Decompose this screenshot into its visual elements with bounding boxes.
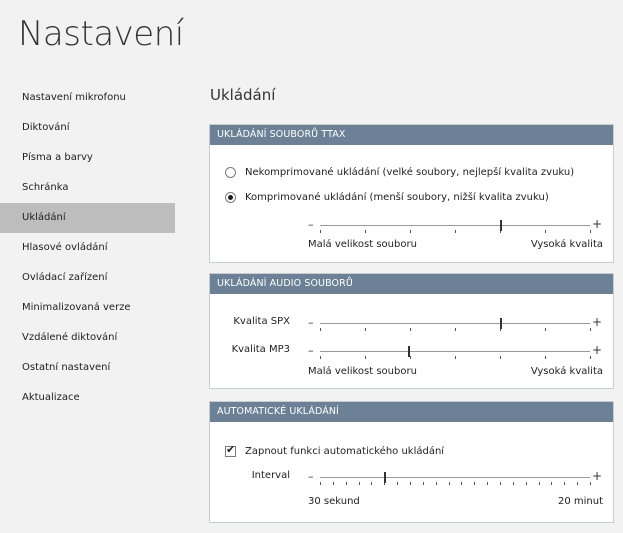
slider-tick	[545, 230, 546, 233]
slider-tick	[455, 328, 456, 331]
slider-tick	[513, 482, 514, 485]
slider-max-sign: +	[591, 315, 602, 329]
auto-save-checkbox[interactable]: ✔	[225, 443, 236, 457]
sidebar-item-updates[interactable]: Aktualizace	[0, 383, 175, 413]
slider-tick	[410, 356, 411, 359]
interval-caption-right: 20 minut	[557, 496, 603, 507]
slider-max-sign: +	[591, 343, 602, 357]
slider-tick	[333, 482, 334, 485]
ttax-panel-header: UKLÁDÁNÍ SOUBORŮ TTAX	[210, 125, 613, 145]
compressed-radio[interactable]	[225, 191, 236, 203]
slider-tick	[423, 482, 424, 485]
slider-tick	[590, 356, 591, 359]
compressed-label: Komprimované ukládání (menší soubory, ni…	[245, 191, 549, 203]
ttax-quality-slider[interactable]: – +	[308, 216, 602, 236]
slider-tick	[500, 356, 501, 359]
slider-tick	[346, 482, 347, 485]
mp3-quality-label: Kvalita MP3	[231, 344, 290, 355]
page-title: Nastavení	[18, 14, 184, 54]
slider-tick	[365, 328, 366, 331]
audio-caption-right: Vysoká kvalita	[530, 366, 603, 377]
audio-panel-header: UKLÁDÁNÍ AUDIO SOUBORŮ	[210, 274, 613, 294]
uncompressed-radio[interactable]	[225, 166, 236, 178]
slider-tick	[564, 482, 565, 485]
slider-tick	[461, 482, 462, 485]
sidebar-item-voice-control[interactable]: Hlasové ovládání	[0, 233, 175, 263]
spx-quality-label: Kvalita SPX	[233, 316, 290, 327]
slider-min-sign: –	[308, 344, 314, 357]
slider-tick	[590, 482, 591, 485]
spx-quality-slider[interactable]: – +	[308, 314, 602, 334]
slider-thumb[interactable]	[384, 472, 386, 483]
slider-tick	[449, 482, 450, 485]
slider-tick	[320, 356, 321, 359]
slider-tick	[320, 328, 321, 331]
ttax-caption-right: Vysoká kvalita	[530, 239, 603, 250]
slider-tick	[577, 482, 578, 485]
slider-max-sign: +	[591, 217, 602, 231]
audio-caption-left: Malá velikost souboru	[308, 366, 417, 377]
slider-tick	[359, 482, 360, 485]
checkmark-icon: ✔	[226, 443, 236, 456]
audio-saving-panel: UKLÁDÁNÍ AUDIO SOUBORŮ Kvalita SPX – + K…	[209, 273, 614, 389]
slider-tick	[410, 328, 411, 331]
sidebar-nav: Nastavení mikrofonu Diktování Písma a ba…	[0, 83, 175, 413]
sidebar-item-clipboard[interactable]: Schránka	[0, 173, 175, 203]
interval-slider[interactable]: – +	[308, 468, 602, 488]
slider-tick	[500, 482, 501, 485]
slider-tick	[320, 482, 321, 485]
slider-max-sign: +	[591, 469, 602, 483]
auto-panel-header: AUTOMATICKÉ UKLÁDÁNÍ	[210, 402, 613, 422]
slider-track[interactable]	[320, 477, 590, 478]
slider-track[interactable]	[320, 323, 590, 324]
slider-tick	[539, 482, 540, 485]
slider-tick	[365, 356, 366, 359]
ttax-caption-left: Malá velikost souboru	[308, 239, 417, 250]
slider-tick	[545, 356, 546, 359]
slider-tick	[410, 482, 411, 485]
sidebar-item-fonts-colors[interactable]: Písma a barvy	[0, 143, 175, 173]
interval-caption-left: 30 sekund	[308, 496, 360, 507]
slider-tick	[397, 482, 398, 485]
auto-save-label: Zapnout funkci automatického ukládání	[245, 446, 445, 457]
auto-saving-panel: AUTOMATICKÉ UKLÁDÁNÍ ✔ Zapnout funkci au…	[209, 401, 614, 523]
slider-min-sign: –	[308, 470, 314, 483]
sidebar-item-dictation[interactable]: Diktování	[0, 113, 175, 143]
sidebar-item-other-settings[interactable]: Ostatní nastavení	[0, 353, 175, 383]
slider-tick	[590, 328, 591, 331]
slider-tick	[410, 230, 411, 233]
section-title: Ukládání	[210, 86, 276, 104]
interval-label: Interval	[251, 470, 290, 481]
slider-tick	[436, 482, 437, 485]
slider-min-sign: –	[308, 316, 314, 329]
compressed-option[interactable]: Komprimované ukládání (menší soubory, ni…	[225, 188, 549, 206]
uncompressed-label: Nekomprimované ukládání (velké soubory, …	[245, 166, 575, 178]
mp3-quality-slider[interactable]: – +	[308, 342, 602, 362]
slider-tick	[320, 230, 321, 233]
sidebar-item-microphone-settings[interactable]: Nastavení mikrofonu	[0, 83, 175, 113]
slider-tick	[487, 482, 488, 485]
sidebar-item-minimized-version[interactable]: Minimalizovaná verze	[0, 293, 175, 323]
slider-tick	[455, 356, 456, 359]
slider-tick	[371, 482, 372, 485]
sidebar-item-control-devices[interactable]: Ovládací zařízení	[0, 263, 175, 293]
slider-tick	[545, 328, 546, 331]
slider-thumb[interactable]	[408, 346, 410, 357]
ttax-saving-panel: UKLÁDÁNÍ SOUBORŮ TTAX Nekomprimované ukl…	[209, 124, 614, 263]
slider-tick	[551, 482, 552, 485]
slider-tick	[590, 230, 591, 233]
slider-track[interactable]	[320, 225, 590, 226]
slider-thumb[interactable]	[500, 318, 502, 329]
sidebar-item-saving[interactable]: Ukládání	[0, 203, 175, 233]
slider-tick	[455, 230, 456, 233]
slider-tick	[365, 230, 366, 233]
uncompressed-option[interactable]: Nekomprimované ukládání (velké soubory, …	[225, 163, 574, 181]
sidebar-item-remote-dictation[interactable]: Vzdálené diktování	[0, 323, 175, 353]
slider-tick	[526, 482, 527, 485]
slider-min-sign: –	[308, 218, 314, 231]
slider-tick	[474, 482, 475, 485]
slider-thumb[interactable]	[500, 220, 502, 231]
slider-track[interactable]	[320, 351, 590, 352]
